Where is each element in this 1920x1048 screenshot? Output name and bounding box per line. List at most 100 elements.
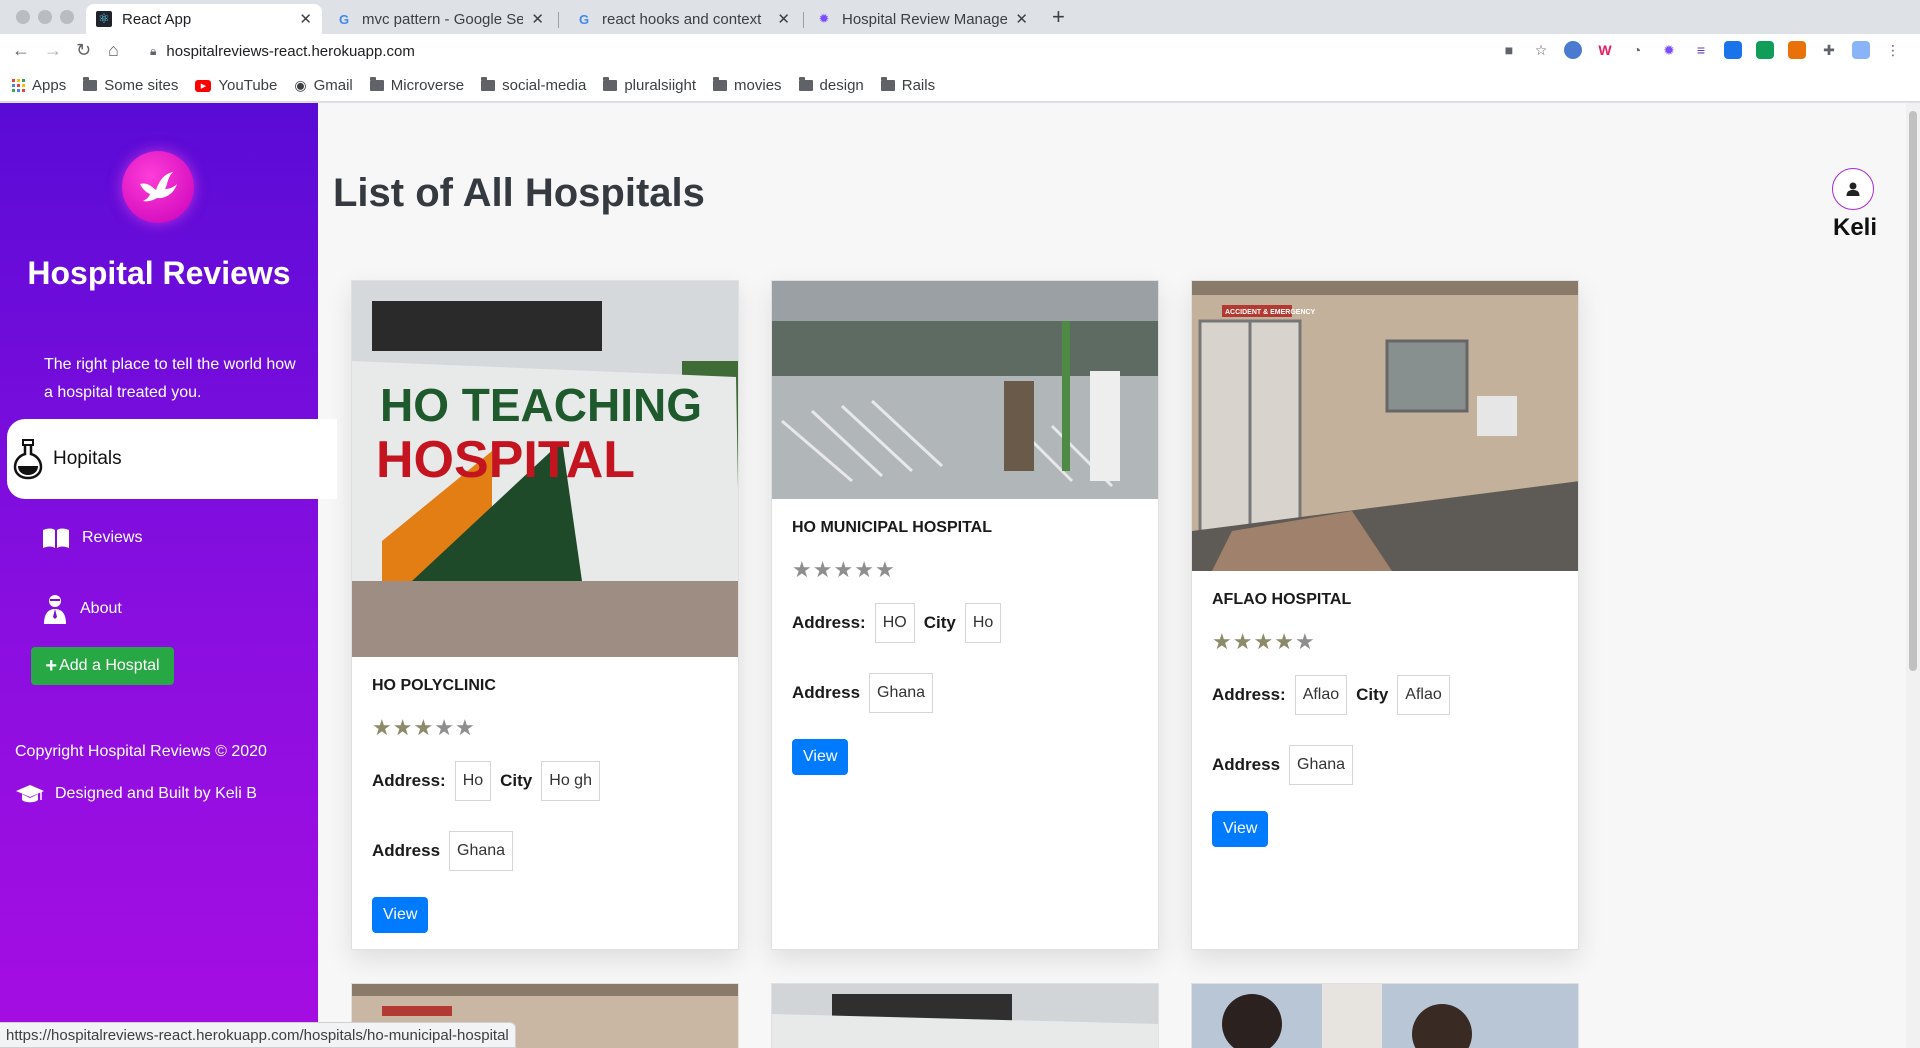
star-icon: ★ [454, 715, 476, 740]
hospital-image [1192, 984, 1578, 1048]
close-icon[interactable]: ✕ [299, 10, 312, 28]
star-icon: ★ [434, 715, 455, 740]
extension-green-icon[interactable] [1756, 41, 1774, 59]
browser-toolbar: ← → ↻ ⌂ 🔒︎ hospitalreviews-react.herokua… [0, 34, 1920, 70]
star-icon[interactable]: ☆ [1532, 41, 1550, 59]
window-maximize-dot[interactable] [60, 10, 74, 24]
google-favicon-icon: G [338, 11, 350, 27]
city-label: City [923, 613, 956, 632]
brand-title: Hospital Reviews [27, 255, 291, 291]
bookmark-pluralsight[interactable]: pluralsiight [603, 77, 696, 94]
star-icon: ★ [1212, 629, 1233, 654]
country-row: Address Ghana [372, 831, 718, 871]
extension-list-icon[interactable]: ≡ [1692, 41, 1710, 59]
user-avatar[interactable] [1832, 168, 1874, 210]
back-arrow-icon[interactable]: ← [12, 40, 30, 61]
star-icon: ★ [792, 557, 813, 582]
add-hospital-button[interactable]: + Add a Hosptal [31, 647, 174, 685]
bookmark-apps[interactable]: Apps [12, 77, 66, 94]
reload-icon[interactable]: ↻ [76, 40, 91, 61]
close-icon[interactable]: ✕ [531, 10, 544, 28]
address-label: Address: [1212, 685, 1286, 704]
address-row: Address: Ho City Ho gh [372, 761, 718, 801]
view-button[interactable]: View [792, 739, 849, 775]
doctor-icon [44, 595, 66, 624]
apps-grid-icon [12, 79, 25, 92]
flask-icon [13, 439, 43, 480]
star-icon: ★ [372, 715, 393, 740]
profile-icon[interactable] [1852, 41, 1870, 59]
home-icon[interactable]: ⌂ [108, 40, 119, 61]
bookmark-label: Apps [32, 77, 67, 94]
city-label: City [1356, 685, 1389, 704]
star-icon: ★ [833, 557, 855, 582]
bookmark-label: social-media [502, 77, 587, 94]
window-close-dot[interactable] [16, 10, 30, 24]
plus-icon: + [45, 654, 58, 677]
extension-orange-icon[interactable] [1788, 41, 1806, 59]
extension-swirl-icon[interactable]: ◔ [1628, 41, 1646, 59]
sign-text-line2: HOSPITAL [376, 431, 635, 489]
sign-text-line1: HO TEACHING [380, 379, 702, 431]
extension-blue-icon[interactable] [1724, 41, 1742, 59]
folder-icon [481, 77, 496, 91]
bookmark-movies[interactable]: movies [713, 77, 782, 94]
tab-mvc-pattern[interactable]: G mvc pattern - Google Sea ✕ [326, 4, 554, 34]
sidebar-item-about[interactable]: About [42, 593, 122, 625]
sidebar: Hospital Reviews The right place to tell… [0, 103, 337, 1048]
page-scrollbar[interactable] [1906, 103, 1920, 1048]
star-rating: ★★★★★ [372, 715, 718, 741]
folder-icon [798, 77, 813, 91]
folder-icon [83, 77, 98, 91]
extension-globe-icon[interactable] [1564, 41, 1582, 59]
new-tab-button[interactable]: + [1052, 4, 1065, 30]
hospital-card: HO TEACHING HOSPITAL HO POLYCLINIC ★★★★★… [351, 280, 739, 950]
view-button[interactable]: View [372, 897, 429, 933]
bookmark-rails[interactable]: Rails [880, 77, 935, 94]
star-icon: ★ [874, 557, 896, 582]
extension-gear-icon[interactable]: ✹ [1660, 41, 1678, 59]
bookmark-microverse[interactable]: Microverse [369, 77, 464, 94]
view-button[interactable]: View [1212, 811, 1269, 847]
close-icon[interactable]: ✕ [1015, 10, 1028, 28]
hospital-card-partial [1191, 983, 1579, 1048]
forward-arrow-icon[interactable]: → [44, 40, 62, 61]
menu-dots-icon[interactable]: ⋮ [1884, 41, 1902, 59]
bookmark-some-sites[interactable]: Some sites [83, 77, 178, 94]
tab-title: Hospital Review Manage [842, 10, 1008, 28]
window-minimize-dot[interactable] [38, 10, 52, 24]
bookmark-social-media[interactable]: social-media [481, 77, 586, 94]
designed-by: Designed and Built by Keli B [15, 783, 257, 805]
sidebar-item-reviews[interactable]: Reviews [42, 527, 142, 549]
window-controls [16, 10, 74, 24]
bookmark-design[interactable]: design [798, 77, 864, 94]
city-value: Ho gh [541, 761, 600, 801]
globe-icon: ◉ [294, 77, 307, 93]
scroll-thumb[interactable] [1909, 111, 1917, 671]
dove-logo-icon [122, 151, 194, 223]
puzzle-icon[interactable]: ✚ [1820, 41, 1838, 59]
address-row: Address: Aflao City Aflao [1212, 675, 1558, 715]
address-value: HO [874, 603, 915, 643]
graduation-cap-icon [16, 785, 44, 803]
tab-react-app[interactable]: ⚛ React App ✕ [86, 4, 322, 34]
camera-icon[interactable]: ■ [1500, 41, 1518, 59]
bookmark-label: pluralsiight [624, 77, 697, 94]
bookmark-label: Some sites [104, 77, 179, 94]
copyright-text: Copyright Hospital Reviews © 2020 [15, 743, 267, 760]
country-value: Ghana [449, 831, 514, 871]
close-icon[interactable]: ✕ [777, 10, 790, 28]
bookmark-youtube[interactable]: ▶ YouTube [195, 77, 277, 94]
add-hospital-label: Add a Hosptal [59, 657, 160, 674]
tab-hospital-review[interactable]: ✹ Hospital Review Manage ✕ [806, 4, 1038, 34]
tab-react-hooks[interactable]: G react hooks and context ✕ [566, 4, 800, 34]
bookmark-gmail[interactable]: ◉ Gmail [294, 77, 352, 94]
city-value: Ho [964, 603, 1002, 643]
google-favicon-icon: G [578, 11, 590, 27]
address-bar[interactable]: 🔒︎ hospitalreviews-react.herokuapp.com [150, 43, 415, 60]
sidebar-item-label: Reviews [82, 529, 143, 546]
extension-w-icon[interactable]: W [1596, 41, 1614, 59]
sidebar-item-label: About [80, 600, 122, 617]
sidebar-item-hospitals[interactable]: Hopitals [7, 419, 337, 499]
star-rating: ★★★★★ [792, 557, 1138, 583]
